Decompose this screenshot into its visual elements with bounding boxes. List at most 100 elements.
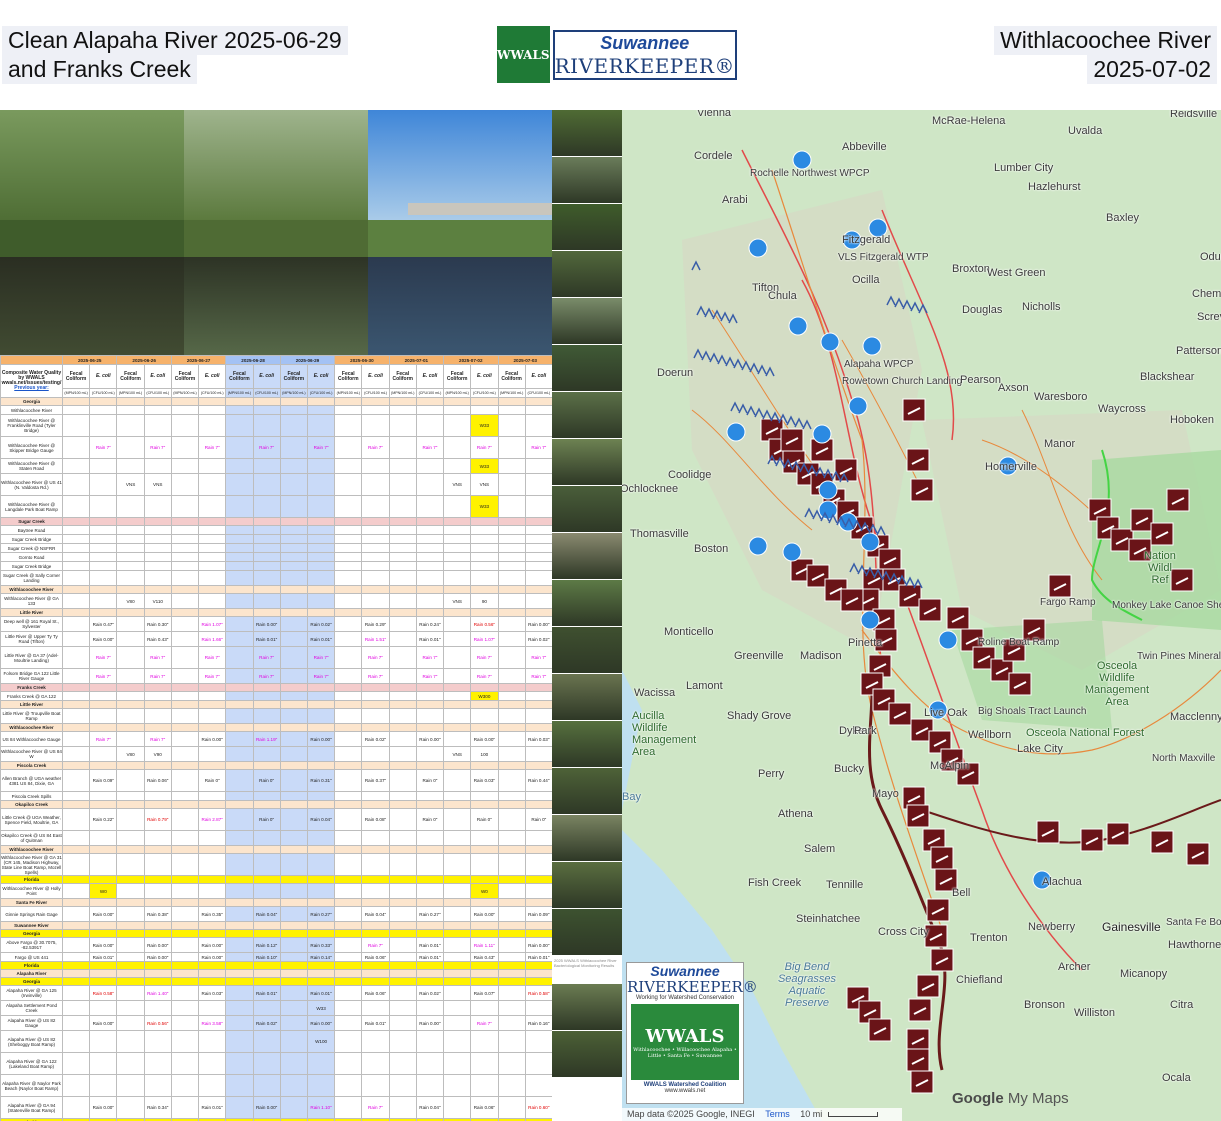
map-label: VLS Fitzgerald WTP: [838, 252, 929, 263]
data-cell: [89, 543, 118, 553]
data-cell: [198, 1052, 227, 1075]
data-cell: [170, 761, 200, 770]
data-cell: [89, 875, 118, 884]
river-photo-3[interactable]: [368, 110, 552, 355]
thumbnail-photo[interactable]: [552, 909, 622, 956]
river-photo-2[interactable]: [184, 110, 368, 355]
data-cell: Rain 0.06": [143, 769, 172, 792]
data-cell: [198, 830, 227, 846]
water-sample-marker[interactable]: [782, 542, 802, 562]
table-row: Deep well @ 161 Royal St., Sylvester Rain…: [0, 616, 552, 632]
thumbnail-photo[interactable]: [552, 157, 622, 204]
data-cell: [524, 1000, 552, 1016]
water-sample-marker[interactable]: [862, 336, 882, 356]
water-sample-marker[interactable]: [726, 422, 746, 442]
water-sample-marker[interactable]: [860, 610, 880, 630]
thumbnail-photo[interactable]: [552, 768, 622, 815]
riverkeeper-logo[interactable]: WWALS Suwannee RIVERKEEPER®: [497, 26, 737, 83]
data-cell: [170, 543, 200, 553]
data-cell: [61, 1096, 91, 1119]
data-cell: [116, 769, 145, 792]
previous-year-link[interactable]: Previous year:: [14, 385, 48, 391]
water-sample-marker[interactable]: [748, 536, 768, 556]
data-cell: Rain 7": [415, 646, 445, 669]
water-sample-marker[interactable]: [812, 424, 832, 444]
thumbnail-photo[interactable]: [552, 298, 622, 345]
water-sample-marker[interactable]: [788, 316, 808, 336]
data-cell: [143, 414, 172, 437]
water-sample-marker[interactable]: [818, 480, 838, 500]
site-label: Sugar Creek Bridge: [0, 561, 63, 571]
data-cell: VNS: [116, 473, 145, 496]
data-cell: [334, 414, 363, 437]
water-sample-marker[interactable]: [848, 396, 868, 416]
data-cell: [279, 525, 308, 535]
data-cell: [415, 473, 445, 496]
table-row: Georgia: [0, 929, 552, 938]
water-sample-marker[interactable]: [792, 150, 812, 170]
data-cell: Rain 0.06": [470, 1096, 499, 1119]
terms-link[interactable]: Terms: [765, 1109, 790, 1119]
data-cell: [306, 830, 336, 846]
data-cell: [470, 1000, 499, 1016]
data-cell: [116, 875, 145, 884]
thumbnail-photo[interactable]: [552, 204, 622, 251]
thumbnail-photo[interactable]: [552, 627, 622, 674]
data-cell: [388, 405, 417, 415]
thumbnail-photo[interactable]: [552, 533, 622, 580]
water-sample-marker[interactable]: [748, 238, 768, 258]
thumbnail-photo[interactable]: [552, 1031, 622, 1078]
thumbnail-photo[interactable]: [552, 251, 622, 298]
data-cell: [252, 898, 281, 907]
table-row: Georgia: [0, 397, 552, 406]
data-cell: [334, 952, 363, 962]
site-label: Alapaha River @ Naylor Park Beach (Naylo…: [0, 1074, 63, 1097]
thumbnail-photo[interactable]: [552, 345, 622, 392]
table-row: Little River @ Troupville Boat Ramp: [0, 708, 552, 724]
data-cell: Rain 0.12": [252, 937, 281, 953]
data-cell: [116, 723, 145, 732]
site-label: Alapaha River @ GA 125 (Irwinville): [0, 985, 63, 1001]
data-cell: [225, 525, 254, 535]
thumbnail-strip[interactable]: 2025 WWALS Withlacoochee River Bacteriol…: [552, 110, 622, 1121]
data-cell: [61, 691, 91, 701]
data-cell: [143, 683, 172, 692]
data-cell: [61, 791, 91, 801]
thumbnail-photo[interactable]: [552, 392, 622, 439]
data-cell: [252, 883, 281, 899]
thumbnail-photo[interactable]: [552, 486, 622, 533]
thumbnail-photo[interactable]: [552, 110, 622, 157]
data-cell: [279, 929, 308, 938]
table-row: Okapilco Creek: [0, 800, 552, 809]
data-cell: [61, 473, 91, 496]
data-cell: [279, 517, 308, 526]
data-cell: [116, 977, 145, 986]
site-label: Alapaha River @ US 82 (Sheboggy Boat Ram…: [0, 1030, 63, 1053]
data-cell: [415, 969, 445, 978]
water-sample-marker[interactable]: [860, 532, 880, 552]
data-cell: [306, 921, 336, 930]
water-sample-marker[interactable]: [820, 332, 840, 352]
data-cell: [388, 525, 417, 535]
google-my-map[interactable]: Vienna McRae-Helena Uvalda Reidsville Ab…: [622, 110, 1221, 1121]
data-cell: [334, 525, 363, 535]
water-sample-marker[interactable]: [938, 630, 958, 650]
data-cell: Rain 0.00": [198, 952, 227, 962]
river-photo-1[interactable]: [0, 110, 184, 355]
thumbnail-photo[interactable]: [552, 580, 622, 627]
thumbnail-photo[interactable]: [552, 862, 622, 909]
data-cell: [443, 853, 472, 876]
thumbnail-photo[interactable]: [552, 674, 622, 721]
data-cell: Rain 7": [143, 646, 172, 669]
data-cell: [524, 1074, 552, 1097]
thumbnail-photo[interactable]: [552, 439, 622, 486]
map-riverkeeper-logo[interactable]: Suwannee RIVERKEEPER® Working for Waters…: [626, 962, 758, 1104]
e-coli-header: E. coli: [470, 364, 499, 389]
thumbnail-photo[interactable]: [552, 721, 622, 768]
data-cell: [524, 534, 552, 544]
thumbnail-photo[interactable]: [552, 815, 622, 862]
map-label: Chemo: [1192, 288, 1221, 300]
thumbnail-photo[interactable]: [552, 984, 622, 1031]
data-cell: [524, 570, 552, 586]
data-cell: [306, 473, 336, 496]
